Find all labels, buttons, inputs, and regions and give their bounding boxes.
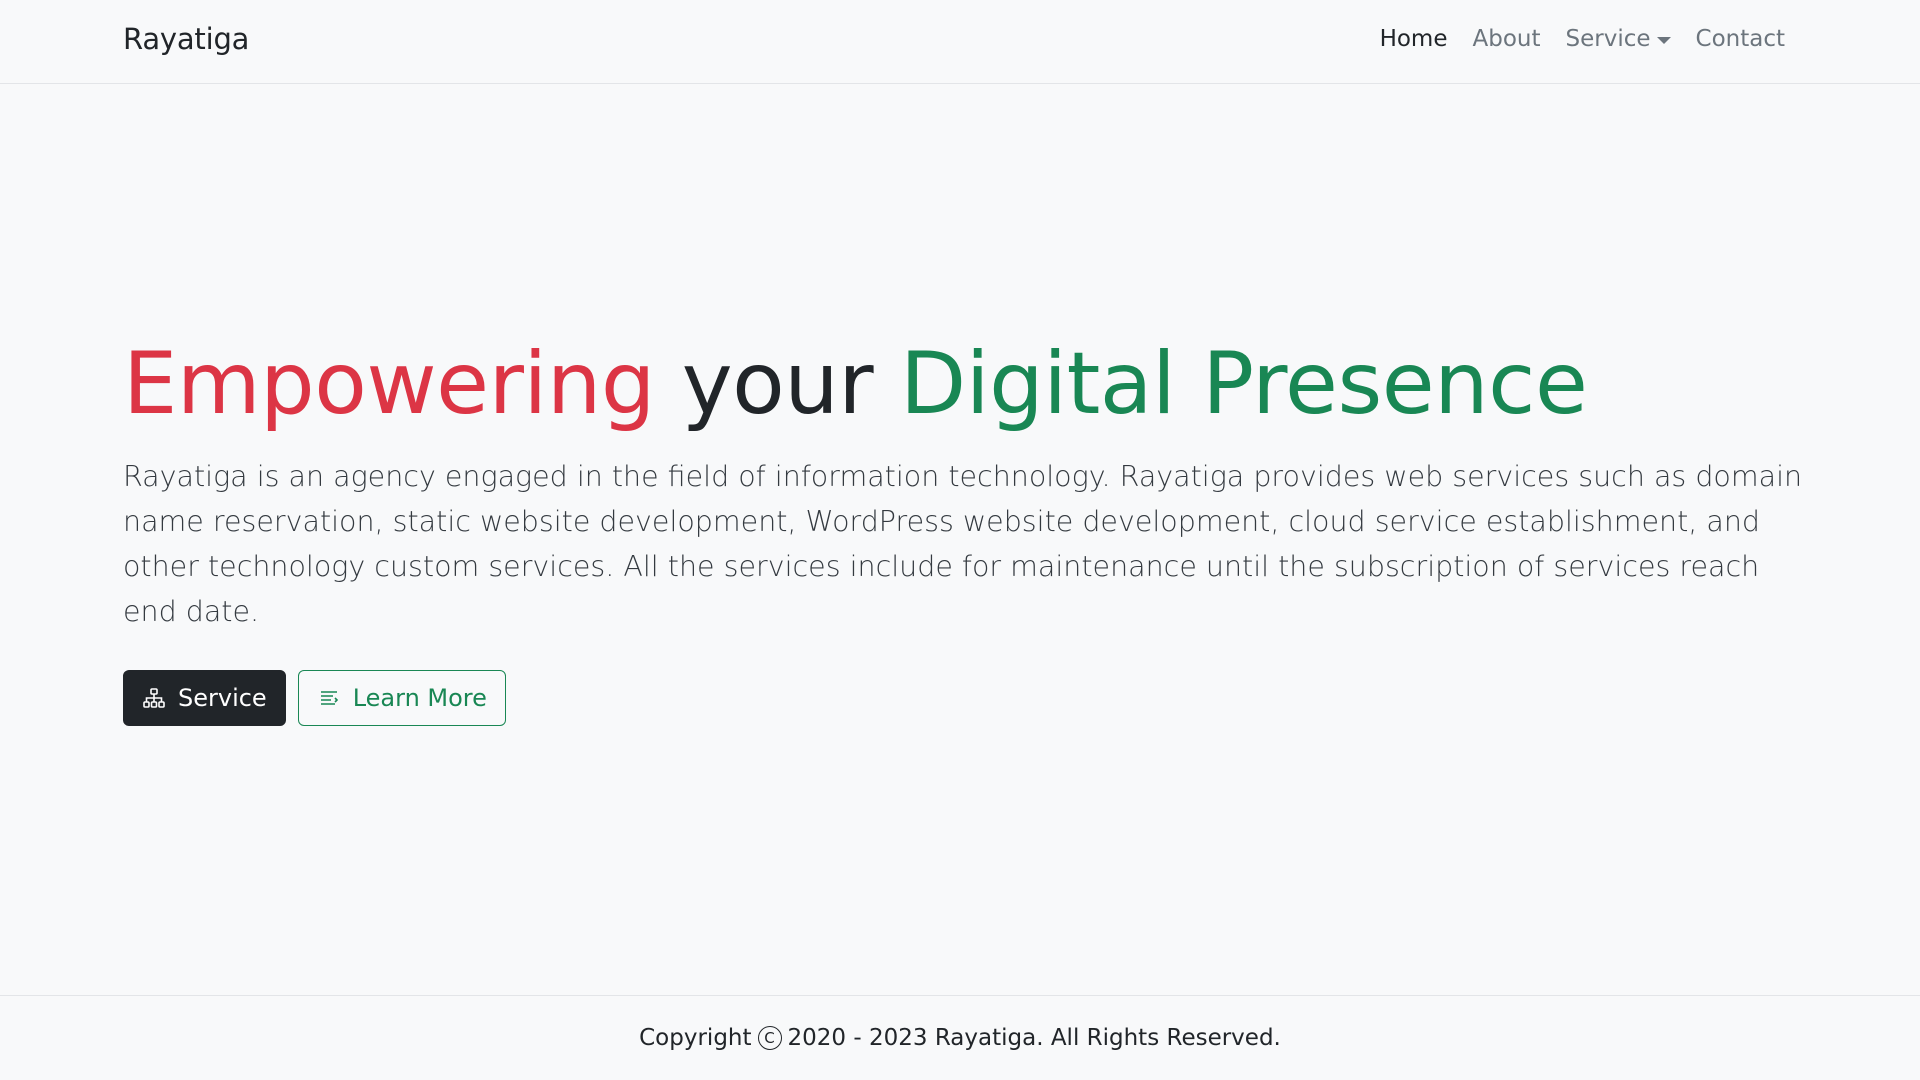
headline-part-empowering: Empowering (123, 334, 655, 434)
caret-down-icon (1656, 36, 1671, 44)
copyright-prefix: Copyright (639, 1025, 752, 1051)
text-lines-icon (317, 686, 341, 710)
nav-item-contact[interactable]: Contact (1696, 26, 1785, 52)
page: Rayatiga Home About Service Contact Empo… (0, 0, 1920, 1080)
nav-item-about[interactable]: About (1472, 26, 1540, 52)
nav-item-service-dropdown[interactable]: Service (1566, 26, 1671, 52)
nav-item-home[interactable]: Home (1380, 26, 1448, 52)
service-button-label: Service (178, 684, 267, 712)
learn-more-button[interactable]: Learn More (297, 670, 506, 726)
service-button[interactable]: Service (123, 670, 286, 726)
headline-part-your: your (681, 334, 874, 434)
copyright-icon: C (757, 1026, 782, 1050)
hero-section: Empowering your Digital Presence Rayatig… (123, 334, 1803, 726)
hero-buttons: Service Learn More (123, 670, 1803, 726)
navbar: Rayatiga Home About Service Contact (0, 0, 1920, 84)
learn-more-button-label: Learn More (352, 684, 487, 712)
footer: Copyright C 2020 - 2023 Rayatiga. All Ri… (0, 995, 1920, 1080)
brand-logo[interactable]: Rayatiga (123, 22, 249, 56)
nav-item-service-label: Service (1565, 26, 1651, 52)
headline-part-digital-presence: Digital Presence (899, 334, 1588, 434)
hero-headline: Empowering your Digital Presence (123, 334, 1803, 434)
nav-menu: Home About Service Contact (1380, 26, 1785, 52)
sitemap-icon (142, 686, 166, 710)
copyright-text: 2020 - 2023 Rayatiga. All Rights Reserve… (787, 1025, 1281, 1051)
hero-description: Rayatiga is an agency engaged in the fie… (123, 460, 1803, 628)
